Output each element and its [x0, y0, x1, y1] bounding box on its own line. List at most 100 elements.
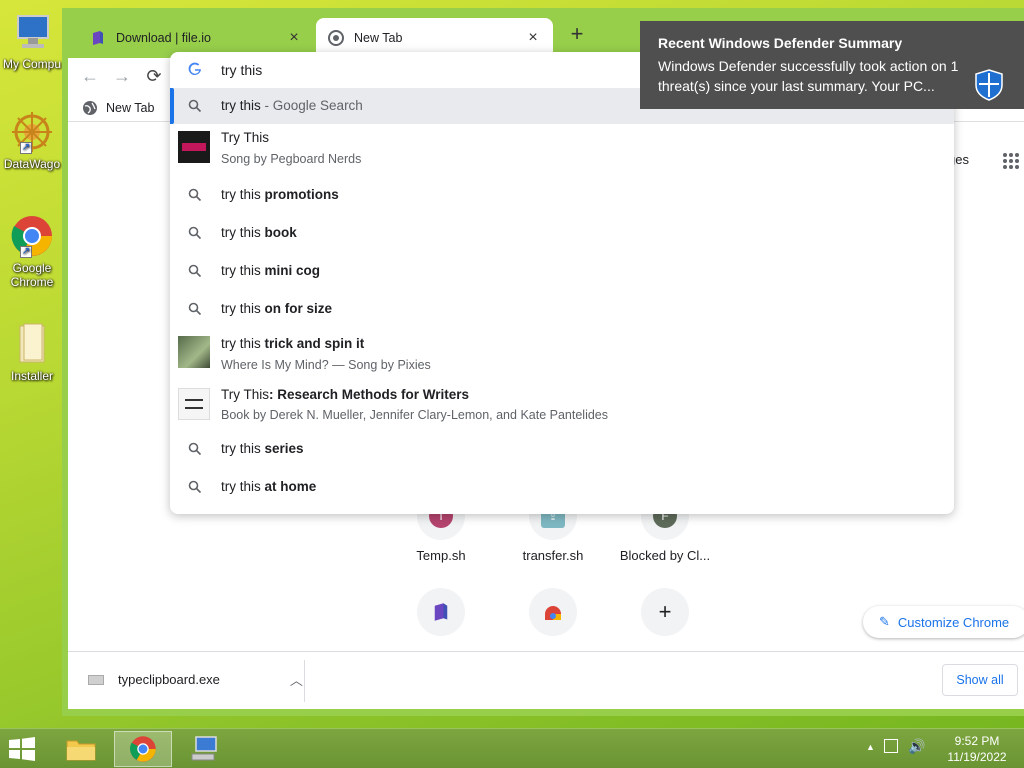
system-tray: ▲ 🔊 9:52 PM 11/19/2022 [864, 729, 1024, 768]
taskbar: ▲ 🔊 9:52 PM 11/19/2022 [0, 728, 1024, 768]
album-art-icon [178, 131, 210, 163]
windows-start-icon[interactable] [8, 737, 36, 761]
shortcut-arrow-icon: ↗ [20, 142, 32, 154]
clock[interactable]: 9:52 PM 11/19/2022 [942, 733, 1012, 765]
desktop-icon-google-chrome[interactable]: ↗ Google Chrome [0, 214, 64, 289]
suggestion-text: try this [221, 225, 265, 240]
divider [304, 660, 305, 702]
omnibox-text: try this [221, 62, 263, 78]
folder-icon [10, 322, 54, 366]
suggestion-entity[interactable]: Try This Song by Pegboard Nerds [170, 124, 954, 170]
forward-arrow-icon[interactable]: → [112, 66, 132, 86]
google-g-icon [188, 62, 202, 76]
suggestion-search[interactable]: try this on for size [170, 290, 954, 328]
file-io-icon [90, 30, 106, 46]
close-icon[interactable]: × [286, 30, 302, 46]
suggestion-entity[interactable]: Try This: Research Methods for Writers B… [170, 378, 954, 430]
folder-icon [66, 740, 96, 761]
chevron-up-icon[interactable]: ︿ [290, 670, 303, 689]
search-icon [188, 480, 202, 494]
download-item[interactable]: typeclipboard.exe ︿ [88, 670, 303, 689]
suggestion-bold: promotions [264, 187, 339, 202]
search-icon [188, 442, 202, 456]
clock-time: 9:52 PM [954, 734, 1000, 748]
suggestion-bold: trick and spin it [264, 336, 365, 351]
bookmark-new-tab[interactable]: New Tab [82, 100, 154, 116]
show-hidden-icons-icon[interactable]: ▲ [866, 742, 875, 752]
shortcut-label: transfer.sh [522, 548, 584, 563]
omnibox-dropdown: try this try this - Google Search Try Th… [170, 52, 954, 514]
search-icon [188, 264, 202, 278]
suggestion-bold: : Research Methods for Writers [269, 387, 470, 402]
pencil-icon: ✎ [879, 614, 890, 629]
suggestion-search[interactable]: try this promotions [170, 176, 954, 214]
plus-icon: + [658, 599, 672, 624]
notification-title: Recent Windows Defender Summary [658, 35, 903, 51]
suggestion-search[interactable]: try this at home [170, 468, 954, 506]
suggestion-text: try this [221, 301, 265, 316]
suggestion-bold: book [264, 225, 297, 240]
suggestion-bold: series [264, 441, 304, 456]
suggestion-subtext: Where Is My Mind? — Song by Pixies [221, 358, 431, 372]
globe-icon [82, 100, 98, 116]
desktop-icon-my-computer[interactable]: My Compu [0, 10, 64, 71]
suggestion-bold: on for size [264, 301, 333, 316]
notification-body: Windows Defender successfully took actio… [658, 58, 959, 94]
new-tab-button[interactable]: + [564, 22, 590, 48]
suggestion-search[interactable]: try this mini cog [170, 252, 954, 290]
suggestion-suffix: - Google Search [260, 98, 363, 113]
reload-icon[interactable]: ⟳ [144, 66, 164, 86]
desktop-icon-datawagon[interactable]: ↗ DataWago [0, 110, 64, 171]
desktop-icon-label: Installer [10, 369, 54, 383]
shortcut-arrow-icon: ↗ [20, 246, 32, 258]
defender-notification[interactable]: Recent Windows Defender Summary Windows … [640, 21, 1024, 109]
suggestion-text: try this [221, 479, 265, 494]
tab-title: New Tab [354, 31, 403, 45]
suggestion-text: Try This [221, 130, 270, 145]
shortcut-label: Blocked by Cl... [619, 548, 711, 563]
downloads-bar: typeclipboard.exe ︿ Show all [68, 651, 1024, 709]
suggestion-text: try this [221, 441, 265, 456]
customize-label: Customize Chrome [897, 614, 1010, 630]
taskbar-chrome[interactable] [114, 731, 172, 767]
book-cover-icon [178, 388, 210, 420]
shortcut-chrome-web-store[interactable] [498, 588, 608, 644]
file-io-icon [434, 603, 448, 621]
suggestion-bold: mini cog [264, 263, 321, 278]
suggestion-subtext: Song by Pegboard Nerds [221, 152, 362, 166]
shortcut-file-io[interactable] [386, 588, 496, 644]
computer-icon [10, 10, 54, 54]
desktop-icon-installer[interactable]: Installer [0, 322, 64, 383]
bookmark-label: New Tab [106, 101, 155, 115]
chrome-icon [130, 736, 156, 762]
tab-title: Download | file.io [116, 31, 211, 45]
suggestion-text: try this [221, 98, 261, 113]
taskbar-file-explorer[interactable] [52, 731, 110, 767]
suggestion-search[interactable]: try this series [170, 430, 954, 468]
suggestion-subtext: Book by Derek N. Mueller, Jennifer Clary… [221, 408, 608, 422]
search-icon [188, 99, 202, 113]
apps-grid-icon[interactable] [1002, 152, 1020, 170]
chrome-web-store-icon [545, 606, 561, 620]
volume-icon[interactable]: 🔊 [908, 738, 925, 755]
customize-chrome-button[interactable]: ✎ Customize Chrome [863, 606, 1024, 638]
taskbar-remote-app[interactable] [176, 731, 234, 767]
desktop-icon-label: My Compu [2, 57, 61, 71]
chrome-icon: ↗ [10, 214, 54, 258]
close-icon[interactable]: × [525, 30, 541, 46]
monitor-keyboard-icon [191, 736, 217, 761]
search-icon [188, 302, 202, 316]
show-all-button[interactable]: Show all [942, 664, 1018, 696]
download-filename: typeclipboard.exe [118, 672, 220, 687]
album-art-icon [178, 336, 210, 368]
suggestion-entity[interactable]: try this trick and spin it Where Is My M… [170, 328, 954, 378]
datawagon-icon: ↗ [10, 110, 54, 154]
clock-date: 11/19/2022 [947, 750, 1007, 764]
network-icon[interactable] [884, 739, 898, 753]
file-icon [88, 674, 104, 685]
back-arrow-icon[interactable]: ← [80, 66, 100, 86]
search-icon [188, 226, 202, 240]
add-shortcut-button[interactable]: + [610, 588, 720, 644]
shortcut-label: Temp.sh [416, 548, 466, 563]
suggestion-search[interactable]: try this book [170, 214, 954, 252]
